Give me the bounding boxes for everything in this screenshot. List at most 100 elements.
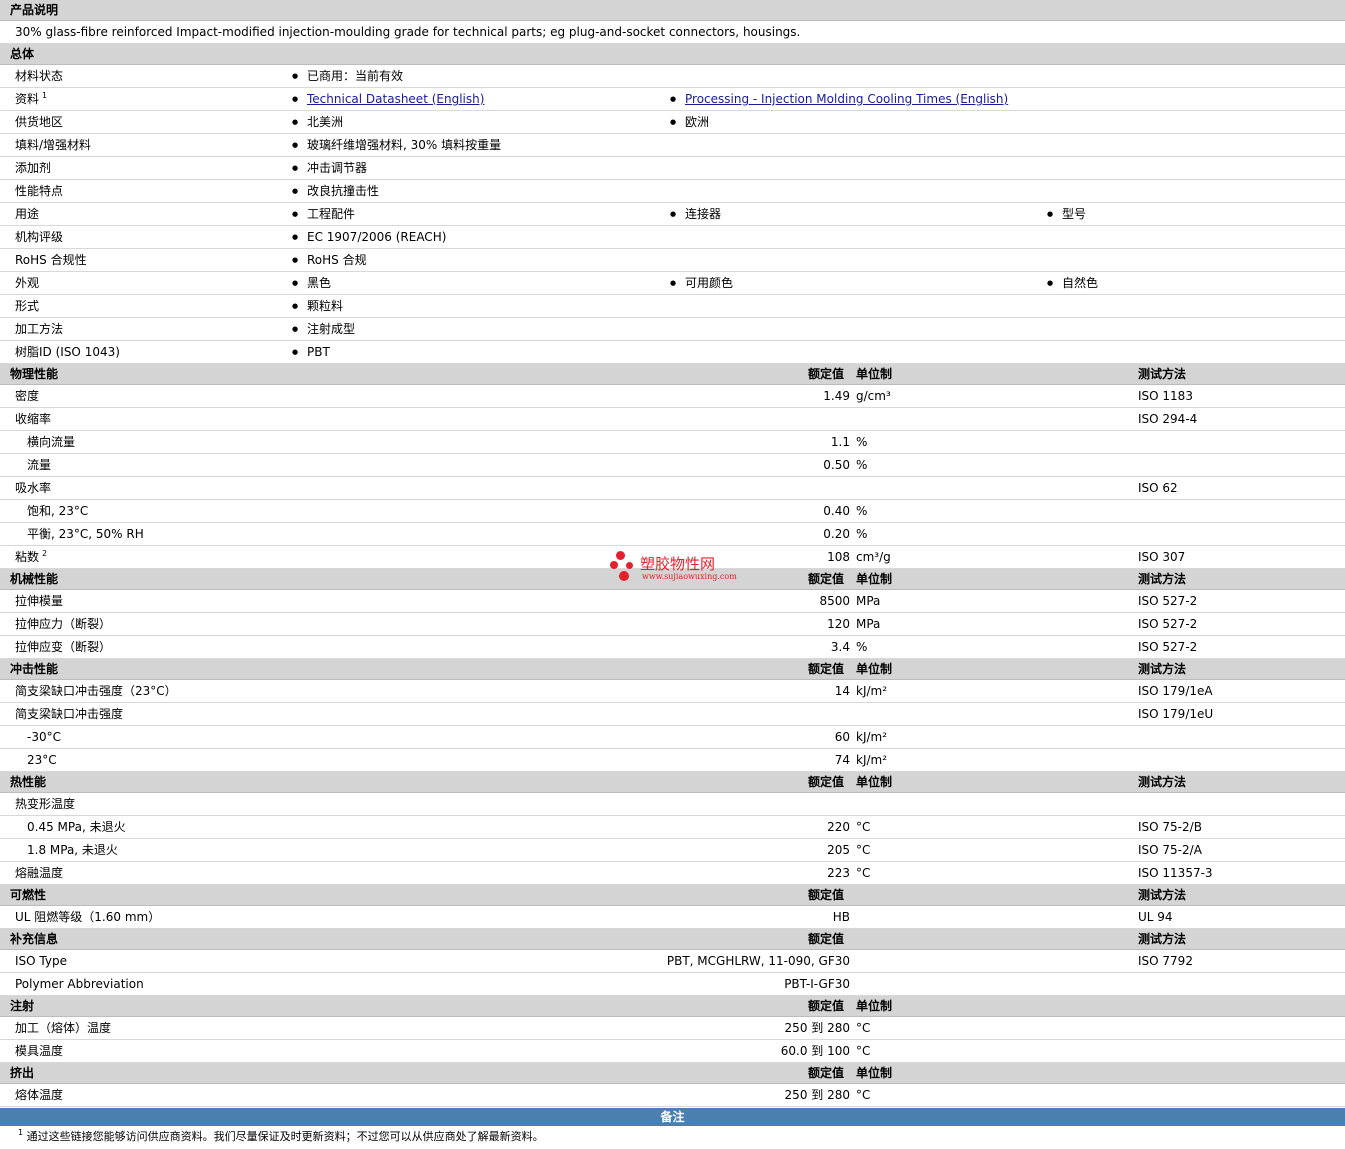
note-item: 1 通过这些链接您能够访问供应商资料。我们尽量保证及时更新资料；不过您可以从供应… xyxy=(0,1126,1345,1148)
property-row: 0.45 MPa, 未退火 220 °C ISO 75-2/B xyxy=(0,816,1345,839)
value-text: 可用颜色 xyxy=(685,276,734,290)
property-label: 0.45 MPa, 未退火 xyxy=(27,816,126,838)
section-title: 产品说明 xyxy=(10,3,59,17)
label-text: 拉伸应变（断裂） xyxy=(15,640,112,654)
general-row-label: 机构评级 xyxy=(15,226,63,248)
property-value: 108 xyxy=(827,550,850,564)
property-label: 横向流量 xyxy=(27,431,75,453)
value-text: 颗粒料 xyxy=(307,299,344,313)
general-row-value: 黑色 xyxy=(292,272,331,295)
general-row: 加工方法 注射成型 xyxy=(0,318,1345,341)
property-value: PBT-I-GF30 xyxy=(784,977,850,991)
column-test-header: 测试方法 xyxy=(1138,888,1187,902)
general-row-label: 性能特点 xyxy=(15,180,63,202)
value-text: 连接器 xyxy=(685,207,722,221)
value-text: 冲击调节器 xyxy=(307,161,368,175)
property-label: 加工（熔体）温度 xyxy=(15,1017,111,1039)
label-text: 填料/增强材料 xyxy=(15,138,92,152)
value-text: RoHS 合规 xyxy=(307,253,367,267)
property-row: 模具温度 60.0 到 100 °C xyxy=(0,1040,1345,1063)
property-label: 流量 xyxy=(27,454,51,476)
section-title: 物理性能 xyxy=(10,367,59,381)
section-header-description: 产品说明 xyxy=(0,0,1345,21)
general-row-value: Technical Datasheet (English) xyxy=(292,88,484,111)
property-label: 吸水率 xyxy=(15,477,51,499)
general-row-value: 欧洲 xyxy=(670,111,709,134)
section-title: 机械性能 xyxy=(10,572,59,586)
general-table: 材料状态 已商用：当前有效资料1 Technical Datasheet (Engl… xyxy=(0,65,1345,364)
property-test-method: UL 94 xyxy=(1138,910,1173,924)
section-title: 补充信息 xyxy=(10,932,59,946)
label-text: 机构评级 xyxy=(15,230,64,244)
general-row: 供货地区 北美洲 欧洲 xyxy=(0,111,1345,134)
property-label: 粘数 2 xyxy=(15,546,47,570)
property-row: 熔体温度 250 到 280 °C xyxy=(0,1084,1345,1107)
document-link[interactable]: Technical Datasheet (English) xyxy=(307,92,484,106)
general-row-value: PBT xyxy=(292,341,330,364)
property-label: 饱和, 23°C xyxy=(27,500,88,522)
general-row: 外观 黑色 可用颜色 自然色 xyxy=(0,272,1345,295)
property-label: 拉伸应力（断裂） xyxy=(15,613,111,635)
column-test-header: 测试方法 xyxy=(1138,775,1187,789)
column-value-header: 额定值 xyxy=(808,888,845,902)
label-text: 性能特点 xyxy=(15,184,64,198)
property-value: 60.0 到 100 xyxy=(780,1044,850,1058)
property-label: 简支梁缺口冲击强度（23°C） xyxy=(15,680,177,702)
general-row-value: 可用颜色 xyxy=(670,272,733,295)
general-row-value: EC 1907/2006 (REACH) xyxy=(292,226,446,249)
property-label: Polymer Abbreviation xyxy=(15,973,144,995)
value-text: 自然色 xyxy=(1062,276,1099,290)
property-unit: °C xyxy=(856,1044,871,1058)
property-test-method: ISO 11357-3 xyxy=(1138,866,1213,880)
property-label: 1.8 MPa, 未退火 xyxy=(27,839,118,861)
label-text: 添加剂 xyxy=(15,161,52,175)
general-row-value: 自然色 xyxy=(1047,272,1098,295)
property-label: 23°C xyxy=(27,749,57,771)
column-unit-header: 单位制 xyxy=(856,775,893,789)
notes-header: 备注 xyxy=(0,1108,1345,1126)
label-text: 熔体温度 xyxy=(15,1088,64,1102)
property-row: 横向流量 1.1% xyxy=(0,431,1345,454)
general-row-label: RoHS 合规性 xyxy=(15,249,87,271)
property-label: 拉伸应变（断裂） xyxy=(15,636,111,658)
property-row: 1.8 MPa, 未退火 205 °C ISO 75-2/A xyxy=(0,839,1345,862)
section-header: 挤出 额定值 单位制 xyxy=(0,1063,1345,1084)
label-text: 材料状态 xyxy=(15,69,64,83)
column-value-header: 额定值 xyxy=(808,1066,845,1080)
property-value: 60 xyxy=(834,730,850,744)
general-row-label: 供货地区 xyxy=(15,111,63,133)
property-unit: MPa xyxy=(856,594,881,608)
property-test-method: ISO 527-2 xyxy=(1138,640,1198,654)
value-text: PBT xyxy=(307,345,330,359)
property-row: 饱和, 23°C 0.40% xyxy=(0,500,1345,523)
general-row-value: 颗粒料 xyxy=(292,295,343,318)
property-value: 1.49 xyxy=(823,389,850,403)
label-text: 横向流量 xyxy=(27,435,76,449)
section-header: 物理性能 额定值 单位制 测试方法 xyxy=(0,364,1345,385)
value-text: 欧洲 xyxy=(685,115,710,129)
property-test-method: ISO 294-4 xyxy=(1138,412,1198,426)
document-link[interactable]: Processing - Injection Molding Cooling T… xyxy=(685,92,1008,106)
property-row: UL 阻燃等级（1.60 mm） HB UL 94 xyxy=(0,906,1345,929)
property-value: 0.20 xyxy=(823,527,850,541)
value-text: 注射成型 xyxy=(307,322,356,336)
property-unit: °C xyxy=(856,843,871,857)
general-row-value: 连接器 xyxy=(670,203,721,226)
section-header: 注射 额定值 单位制 xyxy=(0,996,1345,1017)
property-value: 3.4 xyxy=(830,640,850,654)
general-row: 形式 颗粒料 xyxy=(0,295,1345,318)
property-value: 0.50 xyxy=(823,458,850,472)
label-text: 密度 xyxy=(15,389,40,403)
value-text: 型号 xyxy=(1062,207,1087,221)
value-text: 黑色 xyxy=(307,276,332,290)
watermark-url: www.sujiaowuxing.com xyxy=(642,572,737,581)
general-row-label: 形式 xyxy=(15,295,39,317)
general-row-value: 注射成型 xyxy=(292,318,355,341)
product-description: 30% glass-fibre reinforced Impact-modifi… xyxy=(0,21,1345,44)
properties-table: 物理性能 额定值 单位制 测试方法 密度 1.49 g/cm³ ISO 1183 收缩率 ISO … xyxy=(0,364,1345,1107)
general-row: 性能特点 改良抗撞击性 xyxy=(0,180,1345,203)
property-row: 拉伸模量 8500 MPa ISO 527-2 xyxy=(0,590,1345,613)
property-label: 收缩率 xyxy=(15,408,51,430)
property-value: 8500 xyxy=(819,594,850,608)
column-value-header: 额定值 xyxy=(808,662,845,676)
